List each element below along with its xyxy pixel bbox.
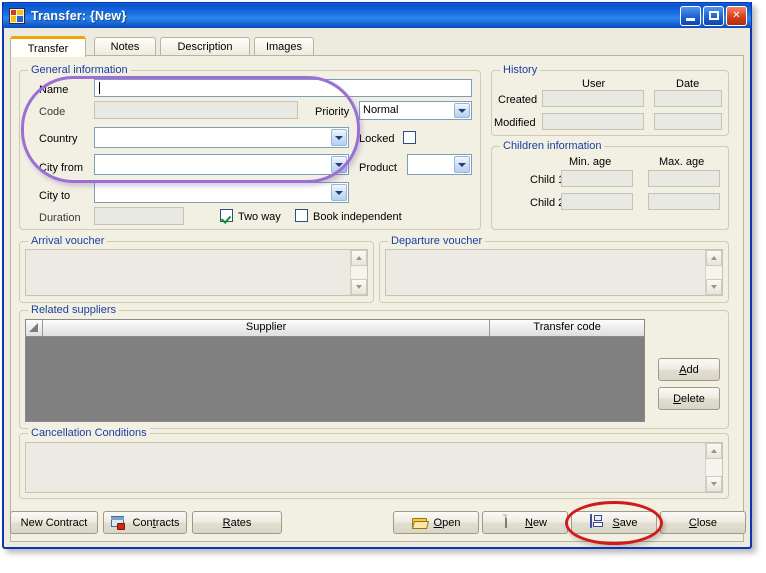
city-to-combo[interactable] [94,182,349,203]
close-button-label: Close [688,516,718,529]
scroll-down-icon[interactable] [706,279,722,295]
scroll-down-icon[interactable] [706,476,722,492]
grid-header-supplier[interactable]: Supplier [43,320,491,336]
modified-label: Modified [494,117,536,129]
history-caption: History [500,64,541,76]
child-1-label: Child 1 [530,174,565,186]
history-user-column-header: User [582,78,606,90]
cancellation-conditions-caption: Cancellation Conditions [28,427,150,439]
delete-button[interactable]: Delete [658,387,720,410]
open-button-label: Open [433,516,461,529]
new-button-label: New [524,516,547,529]
two-way-checkbox[interactable] [220,209,233,222]
child-2-max-age-input[interactable] [648,193,720,210]
tab-description[interactable]: Description [160,37,250,56]
product-combo[interactable] [407,154,472,175]
created-date-input[interactable] [654,90,722,107]
minimize-button[interactable] [680,5,701,26]
modified-user-input[interactable] [542,113,644,130]
history-date-column-header: Date [676,78,700,90]
child-1-min-age-input[interactable] [561,170,633,187]
child-2-min-age-input[interactable] [561,193,633,210]
created-user-input[interactable] [542,90,644,107]
duration-label: Duration [39,212,81,224]
add-button[interactable]: Add [658,358,720,381]
add-button-label: Add [679,363,699,376]
rates-button[interactable]: Rates [192,511,282,534]
scroll-down-icon[interactable] [351,279,367,295]
departure-voucher-caption: Departure voucher [388,235,486,247]
scroll-up-icon[interactable] [351,250,367,266]
arrival-voucher-scrollbar[interactable] [350,250,367,295]
arrival-voucher-textarea[interactable] [25,249,368,296]
max-age-column-header: Max. age [659,156,705,168]
priority-combo-value: Normal [363,104,399,116]
scroll-up-icon[interactable] [706,250,722,266]
duration-input[interactable] [94,207,184,225]
created-label: Created [498,94,538,106]
contracts-button[interactable]: Contracts [103,511,187,534]
tab-bar: Transfer Notes Description Images [10,36,744,57]
modified-date-input[interactable] [654,113,722,130]
general-information-fields-highlight [21,76,360,183]
book-independent-checkbox[interactable] [295,209,308,222]
open-button[interactable]: Open [393,511,479,534]
city-to-label: City to [39,190,71,202]
departure-voucher-textarea[interactable] [385,249,723,296]
rates-button-label: Rates [222,516,252,529]
tab-notes[interactable]: Notes [94,37,156,56]
form-icon [9,7,25,24]
grid-header-row: Supplier Transfer code [26,320,644,337]
related-suppliers-grid[interactable]: Supplier Transfer code [25,319,645,422]
folder-open-icon [411,515,429,531]
cancellation-scrollbar[interactable] [705,443,722,492]
contracts-icon [110,515,126,531]
tab-images[interactable]: Images [254,37,314,56]
grid-header-transfer-code[interactable]: Transfer code [490,320,644,336]
locked-checkbox[interactable] [403,131,416,144]
child-2-label: Child 2 [530,197,565,209]
window-controls: ✕ [680,5,747,26]
new-contract-button[interactable]: New Contract [10,511,98,534]
tab-transfer[interactable]: Transfer [10,36,86,57]
chevron-down-icon[interactable] [331,184,347,201]
chevron-down-icon[interactable] [454,156,470,173]
delete-button-label: Delete [673,392,705,405]
new-page-icon [503,513,519,531]
window-titlebar[interactable]: Transfer: {New} ✕ [2,2,752,28]
maximize-button[interactable] [703,5,724,26]
two-way-label: Two way [238,211,281,223]
general-information-caption: General information [28,64,131,76]
priority-combo[interactable]: Normal [359,101,472,120]
locked-label: Locked [359,133,395,145]
save-button-highlight [565,501,663,545]
new-button[interactable]: New [482,511,568,534]
close-button[interactable]: Close [660,511,746,534]
chevron-down-icon[interactable] [454,103,470,118]
book-independent-label: Book independent [313,211,402,223]
contracts-button-label: Contracts [132,516,180,529]
product-label: Product [359,162,397,174]
close-icon[interactable]: ✕ [726,5,747,26]
window-title: Transfer: {New} [31,8,127,23]
new-contract-button-label: New Contract [20,516,88,529]
children-information-caption: Children information [500,140,605,152]
scroll-up-icon[interactable] [706,443,722,459]
related-suppliers-caption: Related suppliers [28,304,119,316]
arrival-voucher-caption: Arrival voucher [28,235,108,247]
cancellation-conditions-textarea[interactable] [25,442,723,493]
child-1-max-age-input[interactable] [648,170,720,187]
grid-corner-selector[interactable] [26,320,43,336]
min-age-column-header: Min. age [569,156,612,168]
window-client-area: Transfer Notes Description Images Genera… [4,28,750,547]
departure-voucher-scrollbar[interactable] [705,250,722,295]
